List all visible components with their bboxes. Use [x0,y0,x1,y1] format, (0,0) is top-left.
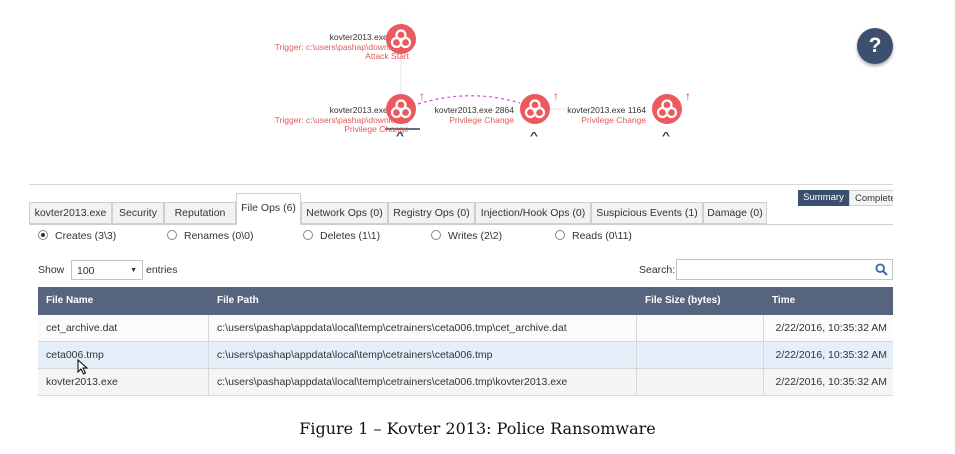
radio-icon[interactable] [555,230,565,240]
tab-injection-hook-ops[interactable]: Injection/Hook Ops (0) [475,202,591,224]
filter-label: Reads (0\11) [572,230,632,242]
cell-time: 2/22/2016, 10:35:32 AM [775,349,887,361]
chevron-up-icon[interactable]: ^ [530,131,538,142]
column-divider [763,342,764,368]
biohazard-node[interactable] [520,94,550,124]
details-panel: kovter2013.exe Security Reputation Netwo… [29,184,893,396]
table-row[interactable]: cet_archive.dat c:\users\pashap\appdata\… [38,315,893,342]
column-divider [763,315,764,341]
cell-file-path: c:\users\pashap\appdata\local\temp\cetra… [217,349,493,361]
filter-creates[interactable]: Creates (3\3) [38,230,116,242]
biohazard-node[interactable] [386,24,416,54]
filter-deletes[interactable]: Deletes (1\1) [303,230,380,242]
table-row[interactable]: kovter2013.exe c:\users\pashap\appdata\l… [38,369,893,396]
privilege-up-arrow-icon: ↑ [685,89,691,103]
cell-time: 2/22/2016, 10:35:32 AM [775,322,887,334]
search-label: Search: [639,264,676,276]
radio-icon[interactable] [167,230,177,240]
event-label: Privilege Change [344,124,409,134]
tab-suspicious-events[interactable]: Suspicious Events (1) [591,202,703,224]
page-length-control: Show 100 ▼ entries [38,260,178,280]
entries-select-value: 100 [77,265,95,277]
radio-icon[interactable] [303,230,313,240]
file-ops-table: File Name File Path File Size (bytes) Ti… [38,287,893,396]
caret-down-icon: ▼ [130,267,137,274]
tab-file-ops[interactable]: File Ops (6) [236,193,301,225]
show-label: Show [38,264,65,276]
complete-toggle-button[interactable]: Complete [849,190,893,206]
tab-reputation[interactable]: Reputation [164,202,236,224]
tab-network-ops[interactable]: Network Ops (0) [301,202,388,224]
tab-process[interactable]: kovter2013.exe [29,202,112,224]
filter-label: Creates (3\3) [55,230,117,242]
filter-label: Writes (2\2) [448,230,503,242]
cell-file-path: c:\users\pashap\appdata\local\temp\cetra… [217,376,568,388]
column-divider [208,342,209,368]
cell-file-name: ceta006.tmp [46,349,104,361]
filter-label: Renames (0\0) [184,230,254,242]
column-divider [636,369,637,395]
privilege-up-arrow-icon: ↑ [553,89,559,103]
biohazard-icon [656,99,678,119]
column-header-file-name[interactable]: File Name [46,287,93,315]
filter-renames[interactable]: Renames (0\0) [167,230,253,242]
search-icon[interactable] [875,263,888,276]
event-label: Privilege Change [581,114,646,125]
table-row[interactable]: ceta006.tmp c:\users\pashap\appdata\loca… [38,342,893,369]
tab-security[interactable]: Security [112,202,164,224]
column-header-file-path[interactable]: File Path [217,287,259,315]
cell-file-name: cet_archive.dat [46,322,118,334]
entries-label: entries [146,264,178,276]
cell-time: 2/22/2016, 10:35:32 AM [775,376,887,388]
table-header: File Name File Path File Size (bytes) Ti… [38,287,893,315]
figure-caption: Figure 1 – Kovter 2013: Police Ransomwar… [299,419,656,438]
tab-damage[interactable]: Damage (0) [703,202,767,224]
help-button[interactable]: ? [857,28,893,64]
node-label: kovter2013.exe 2864 Privilege Change [435,105,514,125]
biohazard-icon [390,29,412,49]
filter-reads[interactable]: Reads (0\11) [555,230,632,242]
mouse-cursor-icon [77,359,89,375]
biohazard-icon [390,99,412,119]
column-divider [636,342,637,368]
biohazard-icon [524,99,546,119]
column-divider [636,315,637,341]
file-op-filters: Creates (3\3) Renames (0\0) Deletes (1\1… [29,230,893,246]
column-header-file-size[interactable]: File Size (bytes) [645,287,721,315]
chevron-up-icon[interactable]: ^ [662,131,670,142]
node-label: kovter2013.exe 1164 Privilege Change [567,105,646,125]
tab-registry-ops[interactable]: Registry Ops (0) [388,202,475,224]
biohazard-node[interactable] [386,94,416,124]
privilege-up-arrow-icon: ↑ [419,89,425,103]
cell-file-path: c:\users\pashap\appdata\local\temp\cetra… [217,322,567,334]
filter-label: Deletes (1\1) [320,230,381,242]
filter-writes[interactable]: Writes (2\2) [431,230,502,242]
radio-icon[interactable] [431,230,441,240]
summary-toggle-button[interactable]: Summary [798,190,849,206]
chevron-up-icon[interactable]: ^ [396,131,404,142]
graph-edges [385,15,566,130]
tab-bar-divider [29,224,893,225]
column-divider [208,315,209,341]
column-divider [763,369,764,395]
radio-checked-icon[interactable] [38,230,48,240]
column-header-time[interactable]: Time [772,287,795,315]
column-divider [208,369,209,395]
event-label: Privilege Change [449,114,514,125]
tab-bar: kovter2013.exe Security Reputation Netwo… [29,184,893,225]
process-graph: kovter2013.exe 2256 Trigger: c:\users\pa… [0,0,955,150]
entries-select[interactable]: 100 ▼ [71,260,143,280]
biohazard-node[interactable] [652,94,682,124]
search-input[interactable] [676,259,893,280]
